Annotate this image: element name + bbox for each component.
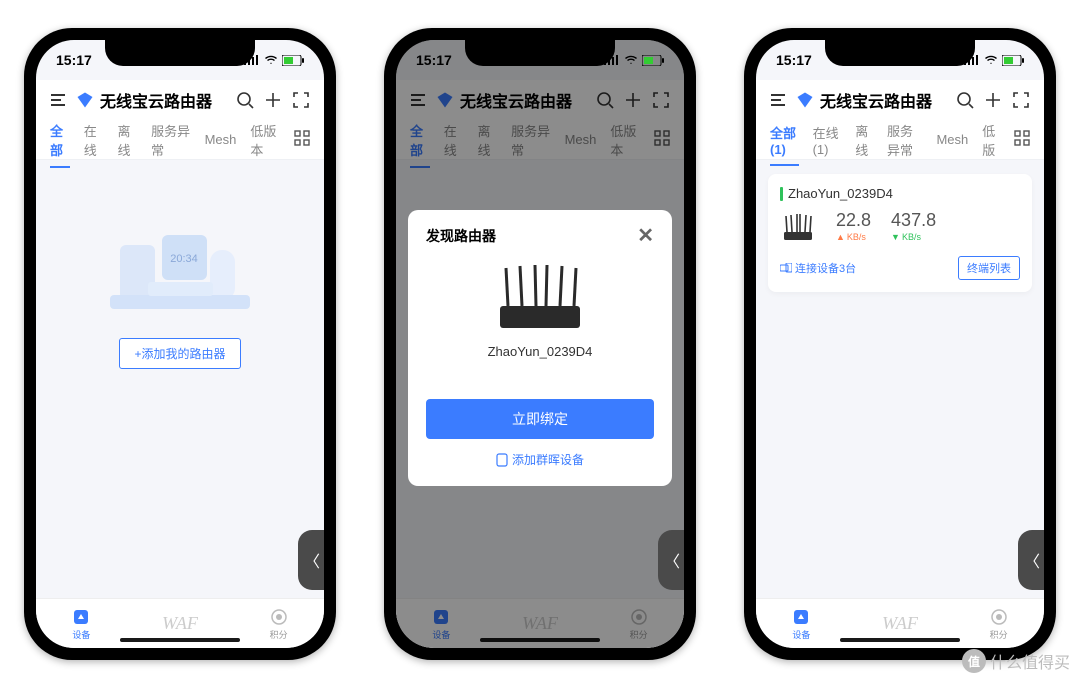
filter-tabs: 全部 在线 离线 服务异常 Mesh 低版本 [36,120,324,160]
status-time: 15:17 [56,52,92,68]
connected-devices[interactable]: 连接设备3台 [780,260,856,276]
upload-unit: KB/s [847,232,866,242]
wifi-icon [264,55,278,65]
header: 无线宝云路由器 [36,80,324,120]
header: 无线宝云路由器 [756,80,1044,120]
svg-text:20:34: 20:34 [170,253,198,265]
tab-mesh[interactable]: Mesh [936,132,968,147]
discovered-device-name: ZhaoYun_0239D4 [426,344,654,359]
empty-illustration: 20:34 [90,200,270,320]
content-area: ZhaoYun_0239D4 [756,160,1044,598]
scan-icon[interactable] [290,89,312,111]
brand-logo-icon [76,91,94,109]
notch [105,40,255,66]
nav-waf[interactable]: WAF [162,613,198,634]
side-back-handle[interactable]: 〈 [1018,530,1044,590]
phone-1: 15:17 无线宝云路由器 全部 在线 离线 服务异常 Mesh 低版本 [24,28,336,660]
phone-2: 15:17 无线宝云路由器 全部 在线 离线 服务异常 Mesh 低版本 [384,28,696,660]
scan-icon[interactable] [1010,89,1032,111]
notch [465,40,615,66]
discover-modal: 发现路由器 ✕ ZhaoYun_0239D4 立即绑定 添加群晖设备 [408,210,672,486]
device-card[interactable]: ZhaoYun_0239D4 [768,174,1032,292]
plus-icon[interactable] [982,89,1004,111]
terminal-list-button[interactable]: 终端列表 [958,256,1020,280]
grid-view-icon[interactable] [294,130,310,149]
status-indicator-icon [780,187,783,201]
watermark: 值 什么值得买 [962,649,1070,673]
tab-mesh[interactable]: Mesh [205,132,237,147]
devices-icon [780,263,792,273]
tab-offline[interactable]: 离线 [117,121,137,159]
add-router-button[interactable]: +添加我的路由器 [119,338,240,369]
grid-view-icon[interactable] [1014,130,1030,149]
menu-icon[interactable] [48,89,70,111]
nav-points[interactable]: 积分 [269,607,289,641]
notch [825,40,975,66]
status-time: 15:17 [416,52,452,68]
battery-icon [282,55,304,66]
filter-tabs: 全部(1) 在线(1) 离线 服务异常 Mesh 低版 [756,120,1044,160]
search-icon[interactable] [234,89,256,111]
battery-icon [1002,55,1024,66]
phone-icon [496,453,508,467]
tab-online[interactable]: 在线(1) [813,123,842,157]
nav-waf[interactable]: WAF [882,613,918,634]
down-arrow-icon: ▼ [891,232,900,242]
nav-points-label: 积分 [270,628,288,641]
upload-value: 22.8 [836,211,871,229]
empty-state: 20:34 +添加我的路由器 [36,160,324,369]
bottom-nav: 设备 WAF 积分 [36,598,324,648]
content-area: 20:34 +添加我的路由器 [36,160,324,598]
download-value: 437.8 [891,211,936,229]
tab-lowver[interactable]: 低版 [982,121,1000,159]
nav-device[interactable]: 设备 [791,607,811,641]
nav-device-label: 设备 [72,628,90,641]
modal-title: 发现路由器 [426,226,496,246]
menu-icon[interactable] [768,89,790,111]
status-time: 15:17 [776,52,812,68]
battery-icon [642,55,664,66]
add-qunhui-link[interactable]: 添加群晖设备 [426,451,654,468]
plus-icon[interactable] [262,89,284,111]
tab-all[interactable]: 全部(1) [770,123,799,157]
points-icon [269,607,289,627]
nav-device[interactable]: 设备 [71,607,91,641]
router-thumbnail-icon [780,212,816,242]
tab-online[interactable]: 在线 [84,121,104,159]
tab-error[interactable]: 服务异常 [151,121,190,159]
page-title: 无线宝云路由器 [100,88,228,112]
tab-error[interactable]: 服务异常 [887,121,923,159]
wifi-icon [984,55,998,65]
watermark-text: 什么值得买 [990,649,1070,673]
wifi-icon [624,55,638,65]
device-name: ZhaoYun_0239D4 [788,186,893,201]
tab-offline[interactable]: 离线 [855,121,873,159]
bind-button[interactable]: 立即绑定 [426,399,654,439]
brand-logo-icon [796,91,814,109]
close-icon[interactable]: ✕ [637,226,654,246]
page-title: 无线宝云路由器 [820,88,948,112]
tab-lowver[interactable]: 低版本 [250,121,280,159]
nav-points[interactable]: 积分 [989,607,1009,641]
side-back-handle[interactable]: 〈 [658,530,684,590]
search-icon[interactable] [954,89,976,111]
phone-3: 15:17 无线宝云路由器 全部(1) 在线(1) 离线 服务异常 Mesh 低… [744,28,1056,660]
download-unit: KB/s [902,232,921,242]
up-arrow-icon: ▲ [836,232,845,242]
bottom-nav: 设备 WAF 积分 [756,598,1044,648]
side-back-handle[interactable]: 〈 [298,530,324,590]
upload-stat: 22.8 ▲KB/s [836,211,871,242]
download-stat: 437.8 ▼KB/s [891,211,936,242]
watermark-logo-icon: 值 [962,649,986,673]
router-illustration [480,256,600,336]
device-icon [71,607,91,627]
tab-all[interactable]: 全部 [50,121,70,159]
